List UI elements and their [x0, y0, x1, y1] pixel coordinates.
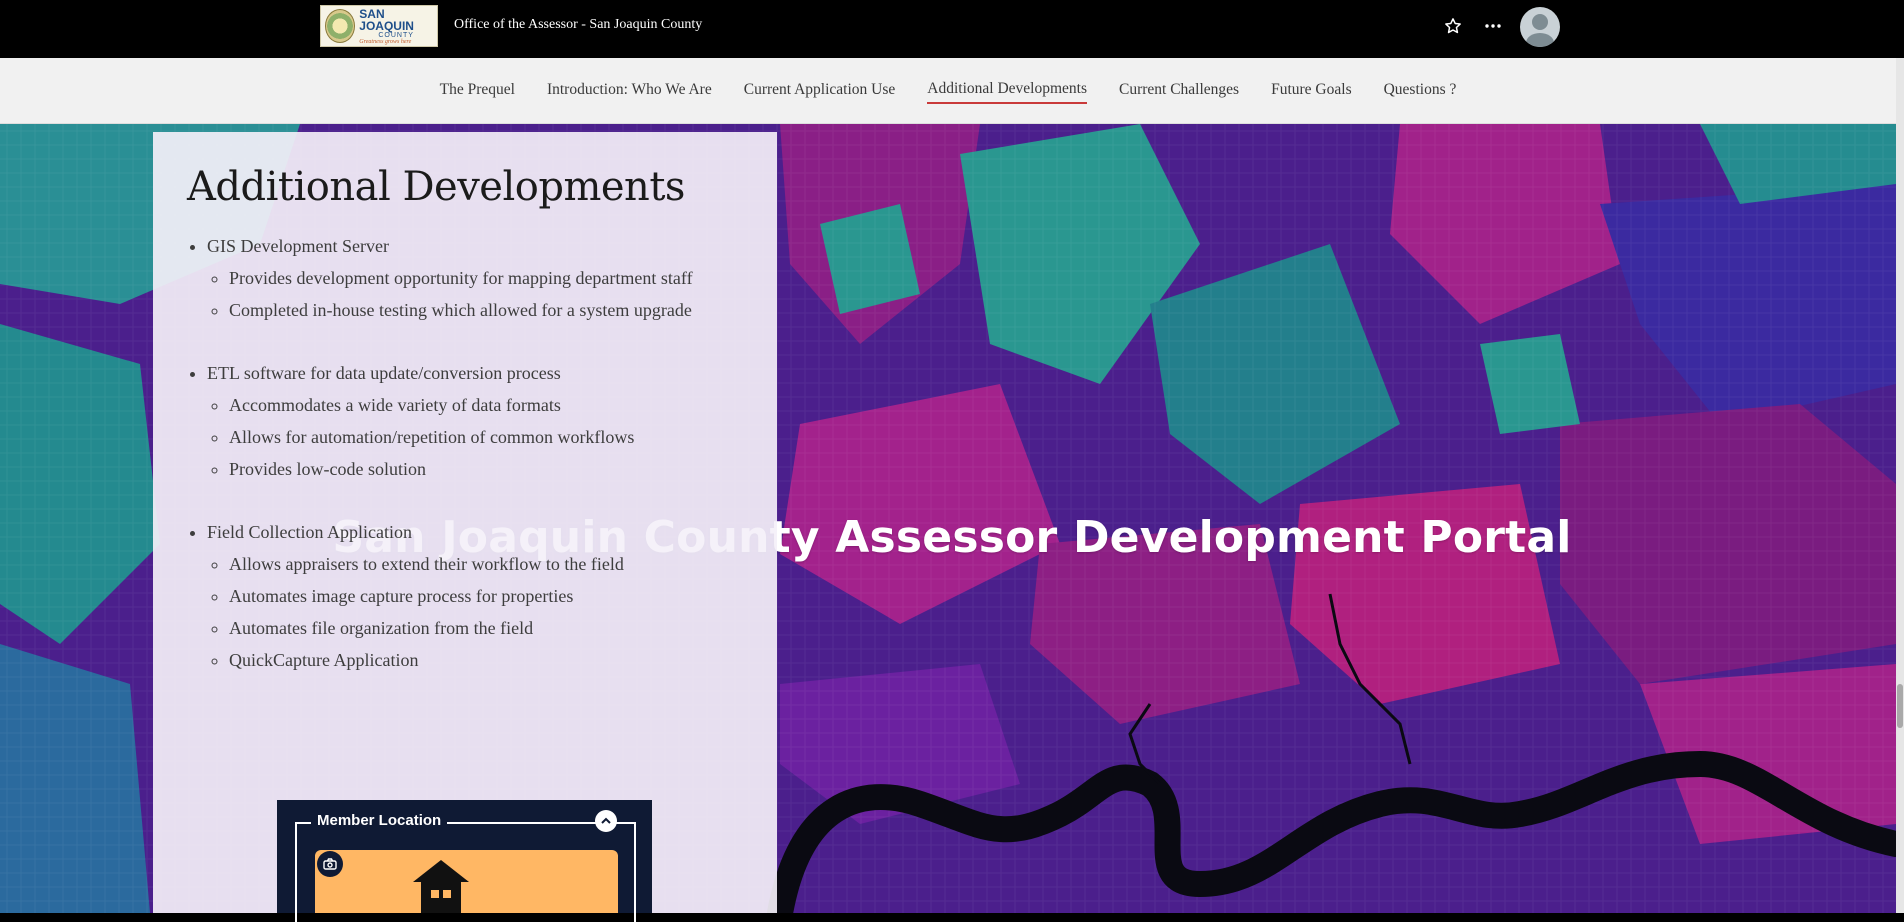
favorite-star-icon[interactable]: [1441, 14, 1465, 38]
sub-list-item: Allows appraisers to extend their workfl…: [229, 548, 767, 580]
development-list: GIS Development Server Provides developme…: [153, 230, 767, 707]
nav-list: The Prequel Introduction: Who We Are Curre…: [0, 58, 1896, 124]
nav-item-future-goals[interactable]: Future Goals: [1271, 79, 1352, 103]
nav-item-current-application-use[interactable]: Current Application Use: [744, 79, 896, 103]
nav-item-current-challenges[interactable]: Current Challenges: [1119, 79, 1239, 103]
member-location-widget: Member Location: [277, 800, 652, 922]
list-item-title: GIS Development Server: [207, 236, 389, 256]
logo-tagline: Greatness grows here: [359, 38, 412, 45]
content-panel: Additional Developments GIS Development …: [153, 132, 777, 913]
sub-list-item: Completed in-house testing which allowed…: [229, 294, 767, 326]
sub-list-item: QuickCapture Application: [229, 644, 767, 676]
sub-list-item: Accommodates a wide variety of data form…: [229, 389, 767, 421]
sub-list: Accommodates a wide variety of data form…: [207, 389, 767, 485]
collapse-chevron-icon[interactable]: [595, 810, 617, 832]
logo-main-text: SAN JOAQUIN: [359, 6, 414, 33]
list-item: GIS Development Server Provides developme…: [207, 230, 767, 326]
logo-sub-text: COUNTY: [378, 31, 414, 39]
nav-item-the-prequel[interactable]: The Prequel: [440, 79, 515, 103]
sub-list-item: Provides development opportunity for map…: [229, 262, 767, 294]
sub-list-item: Automates file organization from the fie…: [229, 612, 767, 644]
list-item-title: ETL software for data update/conversion …: [207, 363, 561, 383]
scrollbar-thumb[interactable]: [1897, 684, 1903, 728]
list-item: ETL software for data update/conversion …: [207, 357, 767, 485]
list-item: Field Collection Application Allows appra…: [207, 516, 767, 676]
user-avatar[interactable]: [1520, 7, 1560, 47]
widget-label: Member Location: [311, 812, 448, 829]
house-icon: [413, 860, 469, 882]
widget-preview[interactable]: [315, 850, 618, 913]
nav-item-introduction-who-we-are[interactable]: Introduction: Who We Are: [547, 79, 712, 103]
list-item-title: Field Collection Application: [207, 522, 412, 542]
sub-list-item: Automates image capture process for prop…: [229, 580, 767, 612]
more-options-icon[interactable]: [1481, 14, 1505, 38]
nav-item-additional-developments[interactable]: Additional Developments: [927, 78, 1087, 104]
top-bar: SAN JOAQUIN COUNTY Greatness grows here …: [0, 0, 1904, 58]
site-title[interactable]: Office of the Assessor - San Joaquin Cou…: [454, 17, 702, 33]
county-logo[interactable]: SAN JOAQUIN COUNTY Greatness grows here: [320, 5, 438, 47]
sub-list-item: Provides low-code solution: [229, 453, 767, 485]
nav-item-questions[interactable]: Questions ?: [1384, 79, 1457, 103]
panel-heading: Additional Developments: [187, 164, 685, 210]
page-scrollbar[interactable]: [1896, 58, 1904, 913]
camera-icon[interactable]: [317, 851, 343, 877]
county-seal-icon: [325, 9, 356, 43]
section-nav: The Prequel Introduction: Who We Are Curre…: [0, 58, 1896, 124]
sub-list: Provides development opportunity for map…: [207, 262, 767, 326]
sub-list: Allows appraisers to extend their workfl…: [207, 548, 767, 676]
sub-list-item: Allows for automation/repetition of comm…: [229, 421, 767, 453]
